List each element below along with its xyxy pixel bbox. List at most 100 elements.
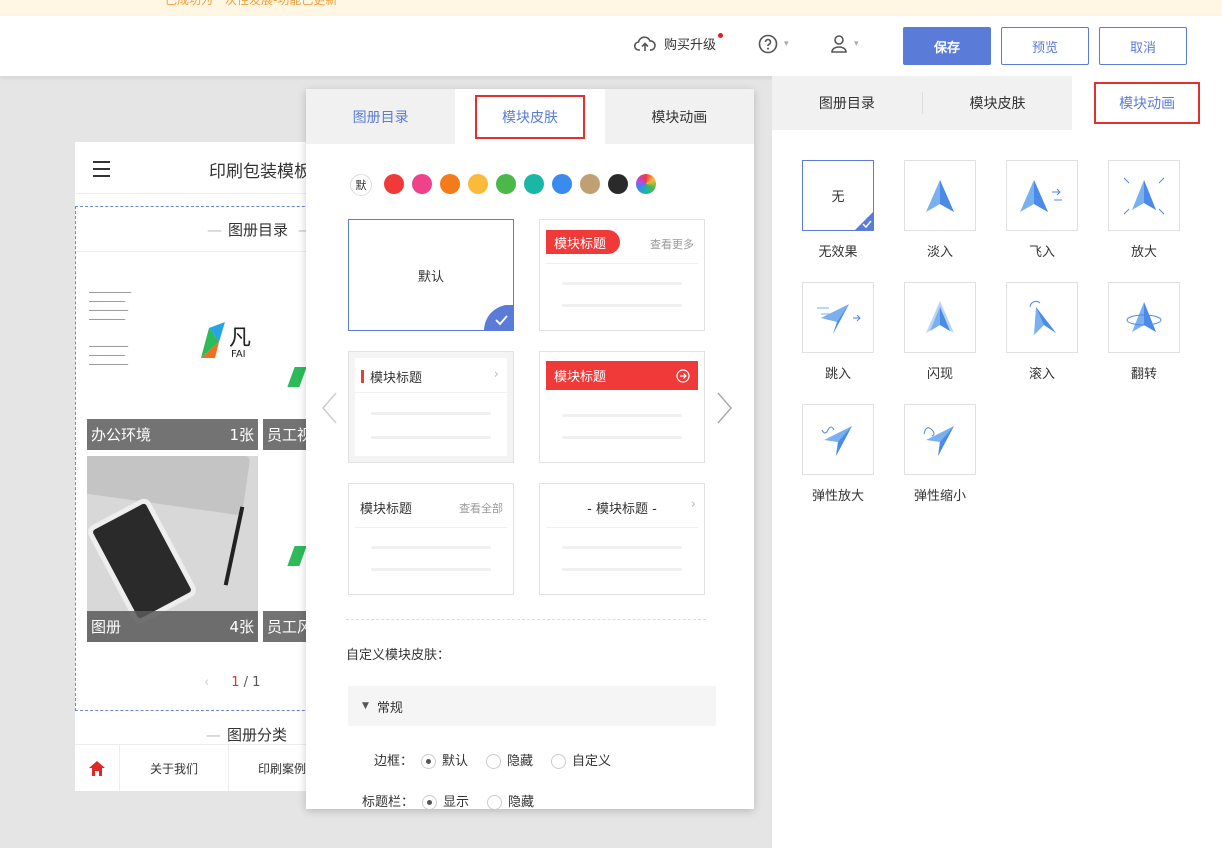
default-swatch[interactable]: 默 bbox=[350, 174, 372, 196]
custom-skin-label: 自定义模块皮肤： bbox=[346, 648, 451, 663]
arrow-circle-right-icon bbox=[676, 368, 690, 383]
anim-label: 无效果 bbox=[818, 245, 858, 260]
album-thumb[interactable]: 图册 4张 bbox=[87, 456, 258, 642]
company-logo: 凡FAI bbox=[201, 322, 251, 360]
album-count: 1张 bbox=[229, 426, 254, 444]
tab-album-catalog[interactable]: 图册目录 bbox=[306, 89, 455, 144]
save-button[interactable]: 保存 bbox=[903, 27, 991, 65]
bottom-nav: 关于我们 印刷案例 bbox=[75, 744, 335, 791]
color-swatch[interactable] bbox=[524, 174, 544, 194]
color-swatch[interactable] bbox=[440, 174, 460, 194]
radio-titlebar-hide[interactable]: 隐藏 bbox=[487, 791, 534, 809]
album-thumb[interactable]: ━━━━━━━━━━━━━━ ━━━━━━━━━━━━ ━━━━━━━━━━━━━ ━… bbox=[87, 287, 258, 450]
skin-card-2[interactable]: 模块标题 查看更多 bbox=[539, 219, 705, 331]
help-menu[interactable]: ▾ bbox=[758, 34, 789, 54]
color-picker-icon[interactable] bbox=[636, 174, 656, 194]
chevron-right-icon: › bbox=[493, 367, 499, 382]
cancel-button[interactable]: 取消 bbox=[1099, 27, 1187, 65]
site-title: 印刷包装模板 bbox=[209, 162, 311, 182]
menu-icon[interactable] bbox=[93, 161, 110, 177]
paper-plane-flip-icon bbox=[1126, 301, 1162, 332]
color-swatch[interactable] bbox=[412, 174, 432, 194]
color-swatch[interactable] bbox=[384, 174, 404, 194]
anim-fade-in[interactable]: 淡入 bbox=[904, 160, 976, 260]
titlebar-option-row: 标题栏： 显示 隐藏 bbox=[362, 791, 534, 809]
svg-text:凡: 凡 bbox=[229, 326, 251, 351]
anim-none[interactable]: 无 无效果 bbox=[802, 160, 874, 260]
top-toolbar: 购买升级 ▾ ▾ 保存 预览 取消 bbox=[0, 16, 1222, 76]
notice-banner: 已成功为一次性发展-功能已更新 bbox=[0, 0, 1222, 16]
anim-flash[interactable]: 闪现 bbox=[904, 282, 976, 382]
module-title: —图册目录— bbox=[207, 221, 313, 239]
mobile-preview: 印刷包装模板 —图册目录— ━━━━━━━━━━━━━━━━━━━━━━━━━━… bbox=[75, 142, 336, 791]
tab-module-animation[interactable]: 模块动画 bbox=[1072, 76, 1222, 130]
paper-plane-jump-icon bbox=[817, 303, 861, 334]
nav-item-about[interactable]: 关于我们 bbox=[120, 745, 229, 791]
user-icon bbox=[831, 35, 847, 53]
anim-zoom-in[interactable]: 放大 bbox=[1108, 160, 1180, 260]
notice-text: 已成功为一次性发展-功能已更新 bbox=[165, 0, 338, 7]
radio-border-default[interactable]: 默认 bbox=[421, 750, 468, 769]
tablet-image bbox=[87, 496, 199, 626]
preview-header: 印刷包装模板 bbox=[75, 142, 335, 194]
chevron-down-icon: ▾ bbox=[784, 39, 789, 49]
doc-snippet: ━━━━━━━━━━━━━━ ━━━━━━━━━━━━ ━━━━━━━━━━━━━ ━… bbox=[89, 290, 132, 368]
skin-card-default[interactable]: 默认 bbox=[348, 219, 514, 331]
check-corner-icon bbox=[855, 212, 873, 230]
section2-title: — 图册分类 bbox=[206, 726, 288, 744]
paper-plane-shrink-icon bbox=[923, 425, 954, 456]
anim-fly-in[interactable]: 飞入 bbox=[1006, 160, 1078, 260]
paper-plane-zoom-icon bbox=[1123, 177, 1165, 214]
anim-elastic-zoom-in[interactable]: 弹性放大 bbox=[802, 404, 874, 504]
anim-elastic-zoom-out[interactable]: 弹性缩小 bbox=[904, 404, 976, 504]
tab-module-animation[interactable]: 模块动画 bbox=[605, 89, 754, 144]
check-corner-icon bbox=[484, 305, 514, 331]
anim-roll-in[interactable]: 滚入 bbox=[1006, 282, 1078, 382]
pagination: ‹ 1 / 1 bbox=[204, 675, 261, 690]
section-general[interactable]: ▼ 常规 bbox=[348, 686, 716, 726]
skin-card-5[interactable]: 模块标题 查看全部 bbox=[348, 483, 514, 595]
paper-plane-flash-icon bbox=[926, 300, 954, 333]
animation-panel: 图册目录 模块皮肤 模块动画 无 无效果 淡入 飞入 放大 跳入 闪现 滚入 翻… bbox=[772, 76, 1222, 848]
paper-plane-fly-icon bbox=[1020, 179, 1062, 212]
album-name: 办公环境 bbox=[91, 426, 152, 444]
skin-card-6[interactable]: - 模块标题 - › bbox=[539, 483, 705, 595]
prev-page-icon[interactable]: ‹ bbox=[204, 675, 209, 690]
skin-card-4[interactable]: 模块标题 bbox=[539, 351, 705, 463]
tab-album-catalog[interactable]: 图册目录 bbox=[772, 76, 922, 130]
tab-module-skin[interactable]: 模块皮肤 bbox=[923, 76, 1073, 130]
user-menu[interactable]: ▾ bbox=[830, 34, 859, 54]
module-skin-panel: 图册目录 模块皮肤 模块动画 默 默认 模块标题 查看更多 模块标题 › 模块标… bbox=[306, 89, 754, 809]
paper-plane-elastic-icon bbox=[821, 425, 852, 456]
skin-card-3[interactable]: 模块标题 › bbox=[348, 351, 514, 463]
album-module[interactable]: —图册目录— ━━━━━━━━━━━━━━━━━━━━━━━━━━━━━━━━━… bbox=[75, 206, 336, 711]
chevron-right-icon: › bbox=[690, 497, 696, 512]
red-dot-badge bbox=[718, 33, 724, 38]
cloud-upload-icon bbox=[634, 35, 656, 51]
color-swatch[interactable] bbox=[552, 174, 572, 194]
home-icon[interactable] bbox=[75, 745, 120, 791]
color-swatch[interactable] bbox=[468, 174, 488, 194]
carousel-prev-icon[interactable] bbox=[320, 391, 338, 425]
tab-module-skin[interactable]: 模块皮肤 bbox=[455, 89, 605, 144]
radio-border-hidden[interactable]: 隐藏 bbox=[486, 750, 533, 769]
carousel-next-icon[interactable] bbox=[716, 391, 734, 425]
question-circle-icon bbox=[758, 34, 778, 54]
preview-button[interactable]: 预览 bbox=[1001, 27, 1089, 65]
paper-plane-icon bbox=[926, 179, 954, 212]
laptop-image bbox=[87, 456, 251, 516]
paper-plane-roll-icon bbox=[1029, 300, 1056, 335]
radio-border-custom[interactable]: 自定义 bbox=[551, 750, 611, 769]
anim-jump-in[interactable]: 跳入 bbox=[802, 282, 874, 382]
color-swatch[interactable] bbox=[496, 174, 516, 194]
chevron-down-icon: ▾ bbox=[854, 39, 859, 49]
upgrade-button[interactable]: 购买升级 bbox=[634, 33, 724, 53]
radio-titlebar-show[interactable]: 显示 bbox=[422, 791, 469, 809]
border-option-row: 边框： 默认 隐藏 自定义 bbox=[374, 750, 611, 769]
color-swatch[interactable] bbox=[580, 174, 600, 194]
album-name: 图册 bbox=[91, 618, 122, 636]
divider bbox=[346, 619, 706, 620]
color-swatch[interactable] bbox=[608, 174, 628, 194]
caret-down-icon: ▼ bbox=[362, 701, 369, 711]
anim-flip[interactable]: 翻转 bbox=[1108, 282, 1180, 382]
